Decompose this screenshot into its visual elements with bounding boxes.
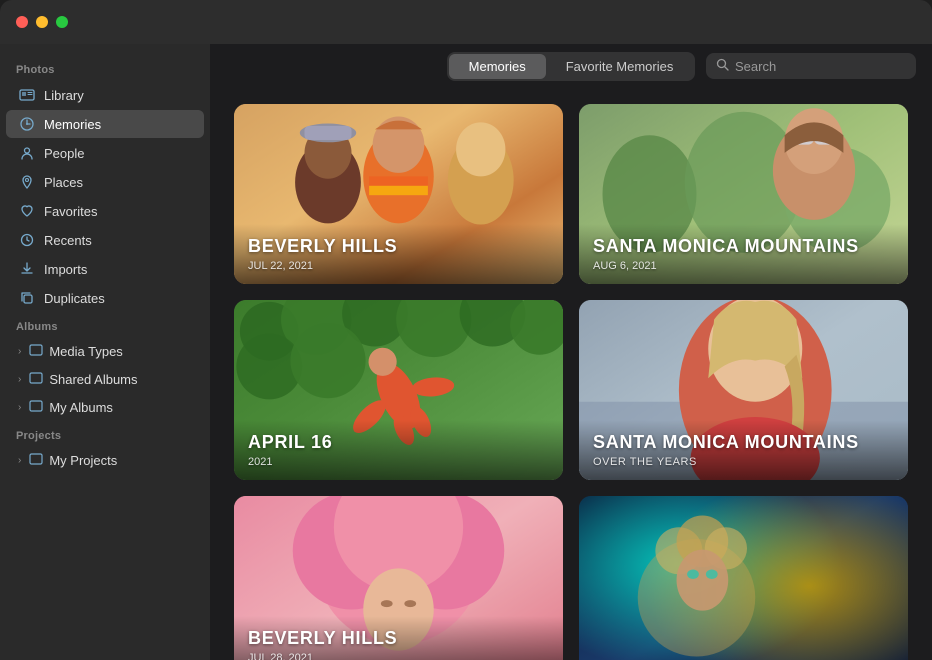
chevron-icon-2: ›	[18, 374, 21, 385]
card-3-overlay: APRIL 16 2021	[234, 420, 563, 480]
sidebar-label-library: Library	[44, 88, 84, 103]
card-3-subtitle: 2021	[248, 456, 549, 468]
sidebar-item-my-albums[interactable]: › My Albums	[6, 394, 204, 421]
imports-icon	[18, 260, 36, 278]
tab-memories[interactable]: Memories	[449, 54, 546, 79]
card-6-bg	[579, 496, 908, 660]
duplicates-icon	[18, 289, 36, 307]
chevron-icon: ›	[18, 346, 21, 357]
sidebar-item-media-types[interactable]: › Media Types	[6, 338, 204, 365]
sidebar-item-recents[interactable]: Recents	[6, 226, 204, 254]
window-controls	[16, 16, 68, 28]
my-projects-icon	[29, 452, 43, 469]
sidebar-label-favorites: Favorites	[44, 204, 97, 219]
search-icon	[716, 58, 729, 74]
sidebar-item-shared-albums[interactable]: › Shared Albums	[6, 366, 204, 393]
sidebar-item-my-projects[interactable]: › My Projects	[6, 447, 204, 474]
memory-card-beverly-hills-2[interactable]: Beverly Hills JUL 28, 2021	[234, 496, 563, 660]
search-input[interactable]	[735, 59, 906, 74]
memory-card-santa-monica-1[interactable]: Santa Monica Mountains AUG 6, 2021	[579, 104, 908, 284]
sidebar-label-media-types: Media Types	[49, 344, 122, 359]
card-5-overlay: Beverly Hills JUL 28, 2021	[234, 616, 563, 660]
projects-section-label: Projects	[0, 422, 210, 446]
maximize-button[interactable]	[56, 16, 68, 28]
favorites-icon	[18, 202, 36, 220]
people-icon	[18, 144, 36, 162]
sidebar-item-favorites[interactable]: Favorites	[6, 197, 204, 225]
memory-card-beverly-hills[interactable]: BEVERLY HILLS JUL 22, 2021	[234, 104, 563, 284]
sidebar-label-shared-albums: Shared Albums	[49, 372, 137, 387]
sidebar-label-my-projects: My Projects	[49, 453, 117, 468]
card-4-subtitle: OVER THE YEARS	[593, 456, 894, 468]
sidebar-label-memories: Memories	[44, 117, 101, 132]
card-2-overlay: Santa Monica Mountains AUG 6, 2021	[579, 224, 908, 284]
tab-group: Memories Favorite Memories	[447, 52, 696, 81]
toolbar: Memories Favorite Memories	[210, 44, 932, 88]
concert-illustration	[579, 496, 908, 660]
places-icon	[18, 173, 36, 191]
card-3-title: APRIL 16	[248, 432, 549, 454]
sidebar-label-duplicates: Duplicates	[44, 291, 105, 306]
sidebar-label-places: Places	[44, 175, 83, 190]
memories-icon	[18, 115, 36, 133]
content-area: Memories Favorite Memories	[210, 44, 932, 660]
close-button[interactable]	[16, 16, 28, 28]
tab-favorite-memories[interactable]: Favorite Memories	[546, 54, 694, 79]
media-types-icon	[29, 343, 43, 360]
sidebar-label-people: People	[44, 146, 84, 161]
card-2-title: Santa Monica Mountains	[593, 236, 894, 258]
sidebar-label-my-albums: My Albums	[49, 400, 113, 415]
card-1-title: BEVERLY HILLS	[248, 236, 549, 258]
card-5-subtitle: JUL 28, 2021	[248, 652, 549, 660]
my-albums-icon	[29, 399, 43, 416]
memory-card-santa-monica-2[interactable]: Santa Monica Mountains OVER THE YEARS	[579, 300, 908, 480]
app-body: Photos Library Memo	[0, 44, 932, 660]
photos-section-label: Photos	[0, 56, 210, 80]
card-5-title: Beverly Hills	[248, 628, 549, 650]
sidebar-item-library[interactable]: Library	[6, 81, 204, 109]
shared-albums-icon	[29, 371, 43, 388]
card-2-subtitle: AUG 6, 2021	[593, 260, 894, 272]
titlebar	[0, 0, 932, 44]
sidebar-item-imports[interactable]: Imports	[6, 255, 204, 283]
memory-card-april-16[interactable]: APRIL 16 2021	[234, 300, 563, 480]
memories-grid: BEVERLY HILLS JUL 22, 2021	[210, 88, 932, 660]
chevron-icon-3: ›	[18, 402, 21, 413]
recents-icon	[18, 231, 36, 249]
card-1-subtitle: JUL 22, 2021	[248, 260, 549, 272]
sidebar-item-duplicates[interactable]: Duplicates	[6, 284, 204, 312]
minimize-button[interactable]	[36, 16, 48, 28]
sidebar-label-imports: Imports	[44, 262, 87, 277]
albums-section-label: Albums	[0, 313, 210, 337]
sidebar-label-recents: Recents	[44, 233, 92, 248]
sidebar-item-people[interactable]: People	[6, 139, 204, 167]
search-bar[interactable]	[706, 53, 916, 79]
memory-card-dark[interactable]	[579, 496, 908, 660]
card-1-overlay: BEVERLY HILLS JUL 22, 2021	[234, 224, 563, 284]
card-4-overlay: Santa Monica Mountains OVER THE YEARS	[579, 420, 908, 480]
chevron-icon-4: ›	[18, 455, 21, 466]
card-4-title: Santa Monica Mountains	[593, 432, 894, 454]
sidebar-item-memories[interactable]: Memories	[6, 110, 204, 138]
sidebar: Photos Library Memo	[0, 44, 210, 660]
library-icon	[18, 86, 36, 104]
sidebar-item-places[interactable]: Places	[6, 168, 204, 196]
